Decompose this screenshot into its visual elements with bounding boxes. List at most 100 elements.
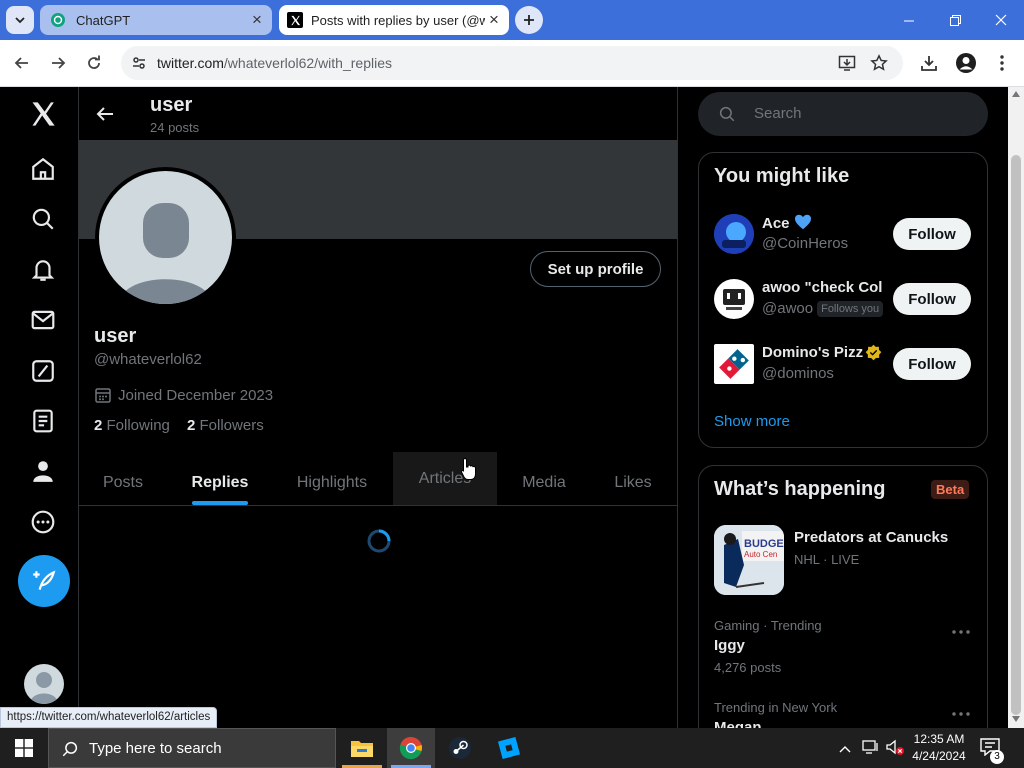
volume-muted-icon[interactable] bbox=[886, 739, 906, 757]
close-tab-icon[interactable]: × bbox=[485, 10, 503, 30]
nav-profile[interactable] bbox=[24, 452, 62, 490]
profile-handle: @whateverlol62 bbox=[94, 351, 202, 368]
site-info-icon[interactable] bbox=[129, 53, 149, 73]
follow-button[interactable]: Follow bbox=[893, 218, 971, 250]
taskbar-steam[interactable] bbox=[436, 728, 484, 768]
back-arrow-button[interactable] bbox=[88, 97, 122, 131]
x-home-logo[interactable] bbox=[24, 95, 62, 133]
install-app-icon[interactable] bbox=[837, 53, 857, 73]
followers-count: 2 bbox=[187, 417, 196, 434]
profile-avatar[interactable] bbox=[95, 167, 236, 308]
trend-context: Trending in New York bbox=[714, 700, 838, 715]
url-text: twitter.com/whateverlol62/with_replies bbox=[157, 55, 392, 71]
tab-likes[interactable]: Likes bbox=[606, 463, 660, 503]
chevron-up-icon bbox=[839, 746, 851, 753]
nav-lists[interactable] bbox=[24, 402, 62, 440]
tab-media[interactable]: Media bbox=[512, 463, 576, 503]
account-avatar[interactable] bbox=[24, 664, 64, 704]
follow-button[interactable]: Follow bbox=[893, 283, 971, 315]
close-window-button[interactable] bbox=[978, 0, 1024, 40]
search-icon bbox=[32, 208, 54, 230]
following-link[interactable]: 2 Following bbox=[94, 417, 170, 434]
tab-twitter-replies[interactable]: Posts with replies by user (@wh × bbox=[279, 5, 509, 35]
trend-count: 4,276 posts bbox=[714, 660, 782, 675]
hand-cursor-icon bbox=[460, 457, 478, 481]
browser-menu-button[interactable] bbox=[987, 48, 1017, 78]
x-logo-icon bbox=[32, 102, 55, 126]
taskbar-roblox-studio[interactable] bbox=[485, 728, 533, 768]
tab-highlights[interactable]: Highlights bbox=[286, 463, 378, 503]
forward-button[interactable] bbox=[43, 48, 73, 78]
nav-explore[interactable] bbox=[24, 200, 62, 238]
scrollbar-thumb[interactable] bbox=[1011, 155, 1021, 715]
taskbar-file-explorer[interactable] bbox=[338, 728, 386, 768]
setup-profile-button[interactable]: Set up profile bbox=[530, 251, 661, 287]
trend-title[interactable]: Megan bbox=[714, 719, 762, 728]
tab-posts[interactable]: Posts bbox=[94, 463, 152, 503]
windows-logo-icon bbox=[15, 739, 33, 757]
new-tab-button[interactable] bbox=[515, 6, 543, 34]
show-more-link[interactable]: Show more bbox=[714, 413, 790, 430]
beta-badge: Beta bbox=[931, 480, 970, 499]
restore-button[interactable] bbox=[932, 0, 978, 40]
calendar-icon bbox=[95, 388, 111, 403]
tab-replies[interactable]: Replies bbox=[185, 463, 255, 503]
clock[interactable]: 12:35 AM 4/24/2024 bbox=[906, 731, 972, 765]
notification-center-button[interactable]: 3 bbox=[980, 738, 1006, 764]
bookmark-star-icon[interactable] bbox=[869, 53, 889, 73]
follow-button[interactable]: Follow bbox=[893, 348, 971, 380]
trend-context: Gaming · Trending bbox=[714, 618, 822, 633]
minimize-button[interactable] bbox=[886, 0, 932, 40]
status-bar-link: https://twitter.com/whateverlol62/articl… bbox=[0, 707, 218, 728]
search-placeholder: Search bbox=[754, 105, 802, 122]
download-icon bbox=[921, 56, 937, 71]
tab-chatgpt[interactable]: ChatGPT × bbox=[40, 5, 272, 35]
search-box[interactable]: Search bbox=[698, 92, 988, 136]
page-scrollbar[interactable] bbox=[1008, 87, 1024, 728]
taskbar-search[interactable]: Type here to search bbox=[48, 728, 336, 768]
arrow-left-icon bbox=[96, 107, 113, 121]
taskbar-chrome[interactable] bbox=[387, 728, 435, 768]
dominos-logo-icon bbox=[719, 349, 749, 379]
nav-home[interactable] bbox=[24, 150, 62, 188]
search-icon bbox=[62, 741, 78, 757]
nav-messages[interactable] bbox=[24, 301, 62, 339]
scroll-up-icon[interactable] bbox=[1012, 91, 1020, 97]
start-button[interactable] bbox=[0, 728, 48, 768]
nav-notifications[interactable] bbox=[24, 251, 62, 289]
suggestion-name: Ace bbox=[762, 214, 884, 232]
suggestion-name: Domino's Pizz bbox=[762, 344, 884, 361]
whats-happening-card bbox=[698, 465, 988, 728]
steam-icon bbox=[449, 737, 471, 759]
downloads-button[interactable] bbox=[914, 48, 944, 78]
compose-post-button[interactable] bbox=[18, 555, 70, 607]
close-tab-icon[interactable]: × bbox=[248, 10, 266, 30]
back-button[interactable] bbox=[7, 48, 37, 78]
tabs-divider bbox=[79, 505, 677, 506]
show-hidden-icons[interactable] bbox=[839, 740, 853, 754]
tab-search-button[interactable] bbox=[6, 6, 34, 34]
network-icon[interactable] bbox=[862, 739, 880, 755]
gold-verified-icon bbox=[865, 344, 882, 361]
scroll-down-icon[interactable] bbox=[1012, 716, 1020, 722]
profile-button[interactable] bbox=[951, 48, 981, 78]
trend-more-icon[interactable] bbox=[951, 622, 971, 636]
suggestion-avatar-dominos[interactable] bbox=[714, 344, 754, 384]
trend-title[interactable]: Iggy bbox=[714, 637, 745, 654]
address-bar[interactable]: twitter.com/whateverlol62/with_replies bbox=[121, 46, 903, 80]
trend-title[interactable]: Predators at Canucks bbox=[794, 529, 948, 546]
joined-date: Joined December 2023 bbox=[94, 386, 273, 404]
reload-button[interactable] bbox=[79, 48, 109, 78]
nav-more[interactable] bbox=[24, 503, 62, 541]
suggestion-handle: @awoo Follows you bbox=[762, 300, 884, 317]
suggestion-avatar-ace[interactable] bbox=[714, 214, 754, 254]
home-icon bbox=[32, 157, 54, 180]
trend-more-icon[interactable] bbox=[951, 704, 971, 718]
more-circle-icon bbox=[31, 510, 55, 534]
followers-link[interactable]: 2 Followers bbox=[187, 417, 264, 434]
nav-grok[interactable] bbox=[24, 352, 62, 390]
tab-articles[interactable]: Articles bbox=[393, 452, 497, 505]
suggestion-avatar-awoo[interactable] bbox=[714, 279, 754, 319]
trend-image-hockey[interactable]: BUDGE Auto Cen bbox=[714, 525, 784, 595]
notification-count-badge: 3 bbox=[990, 750, 1004, 764]
